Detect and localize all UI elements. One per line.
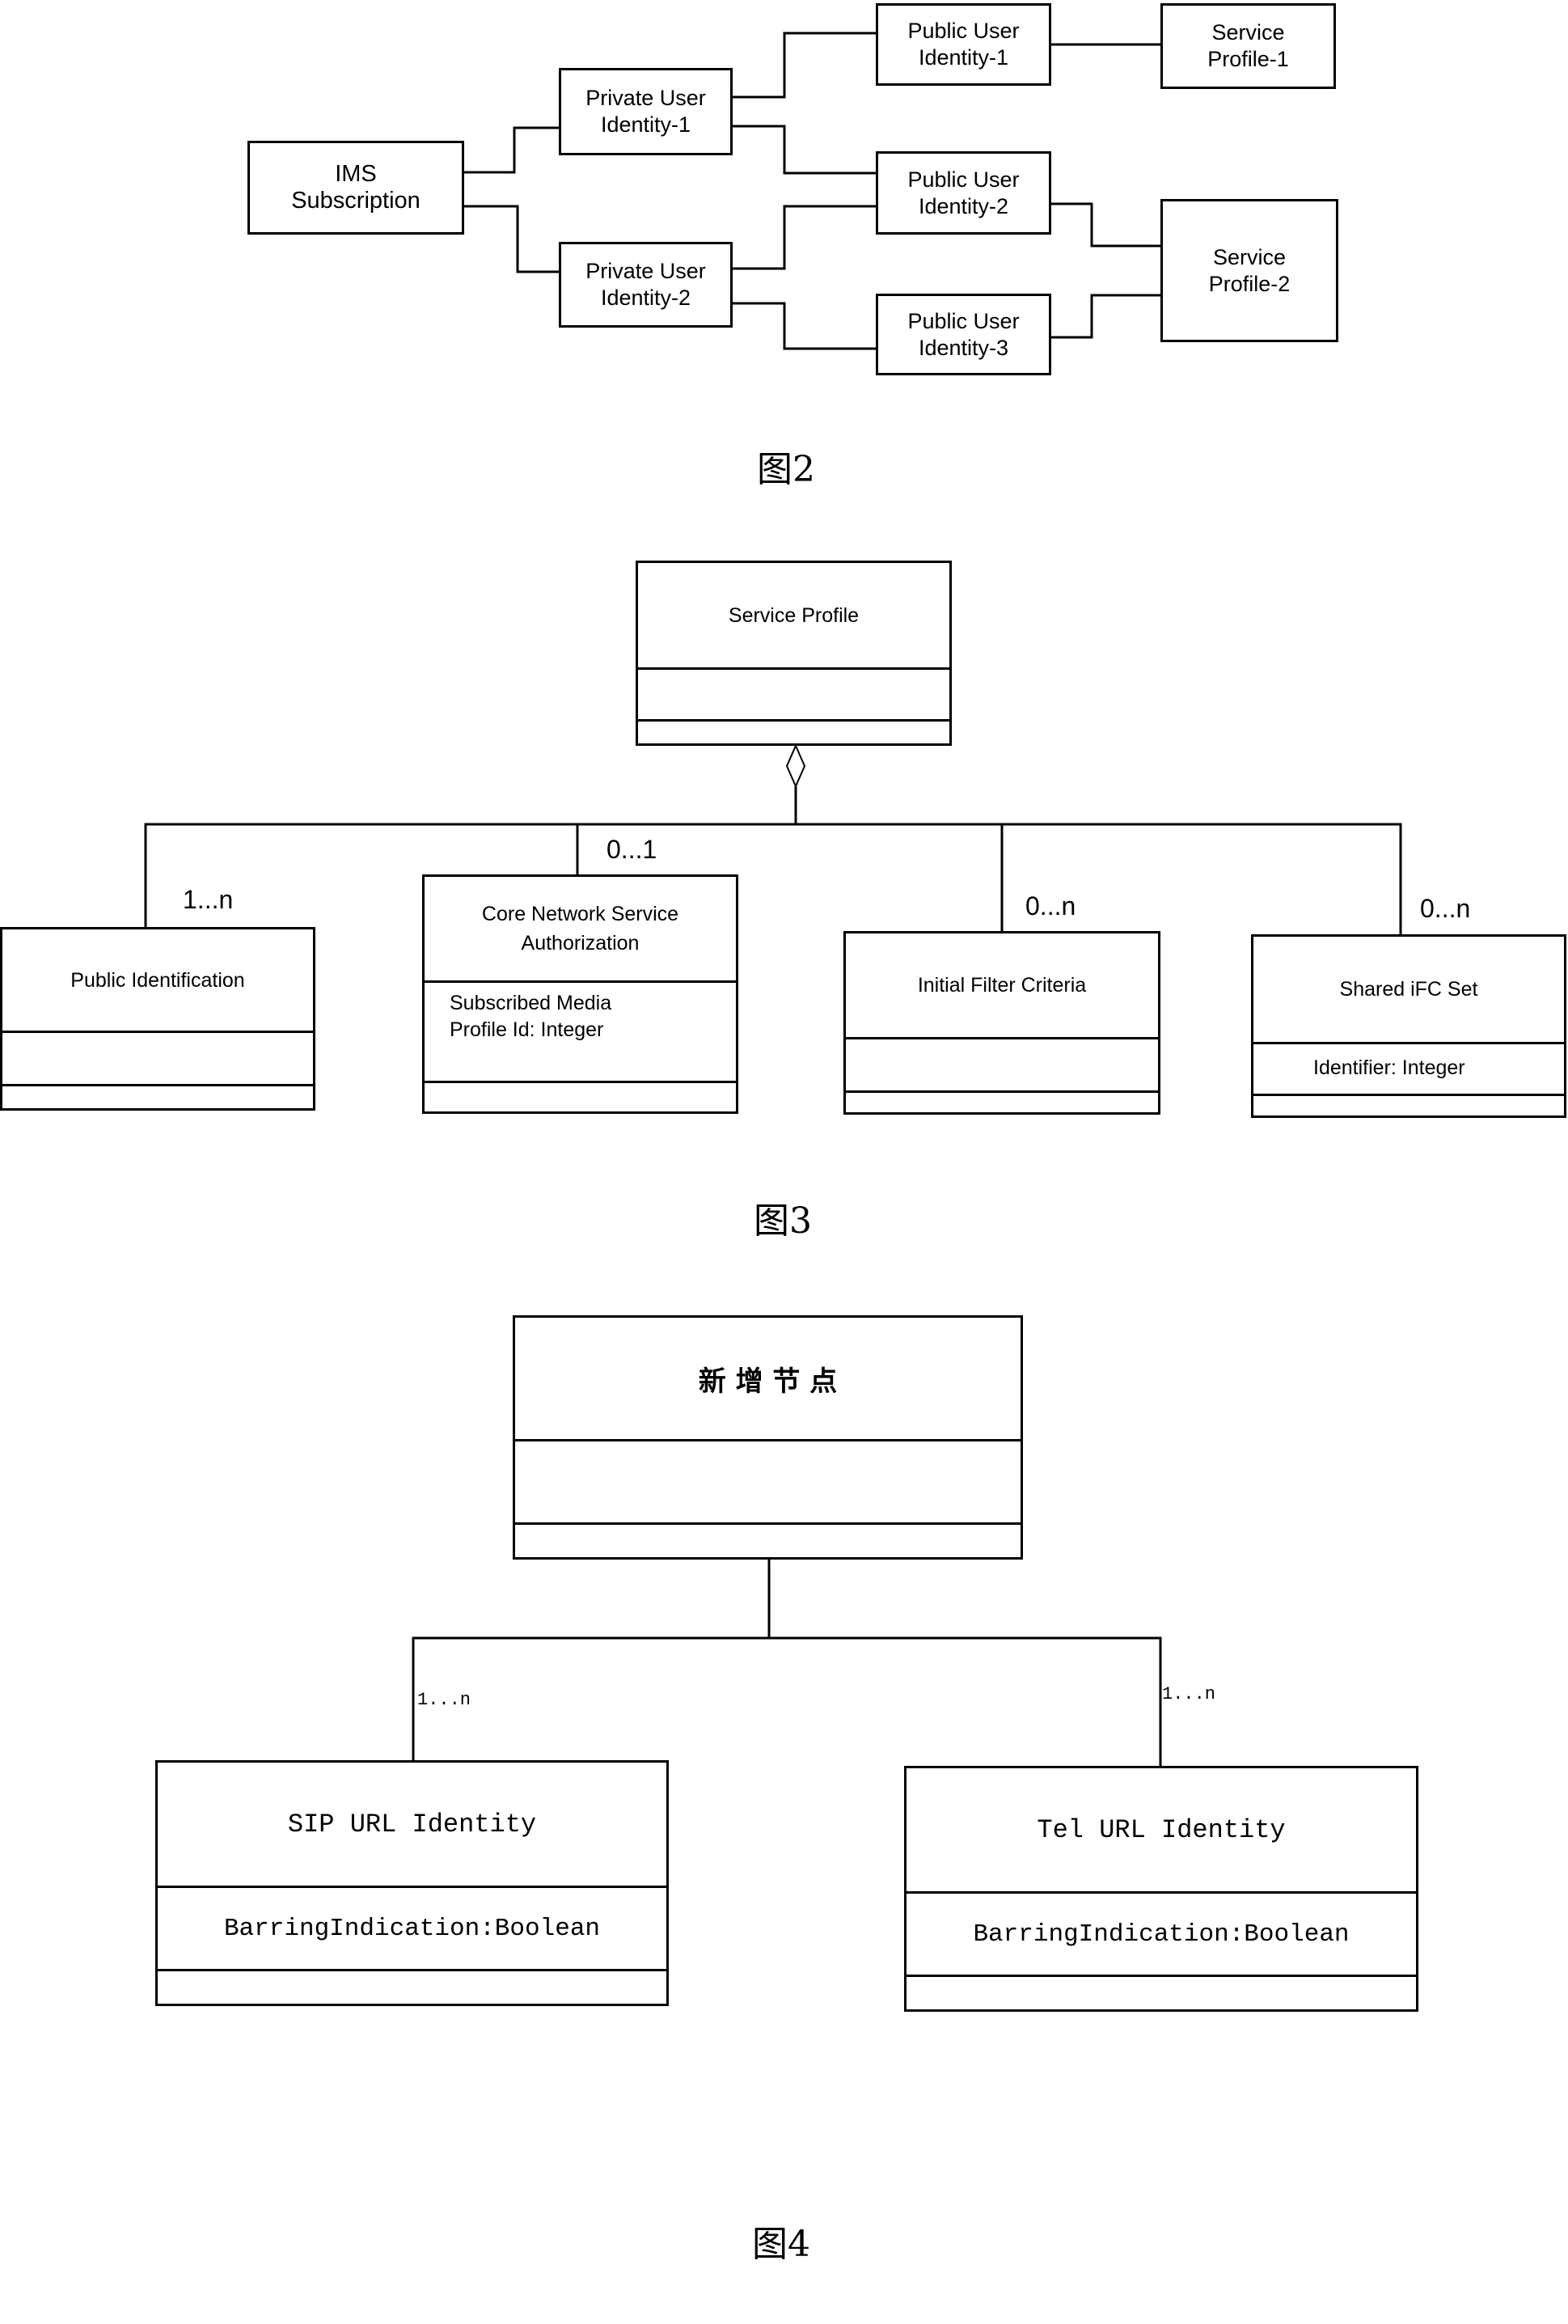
edge-priv1-pub1 bbox=[733, 32, 876, 99]
attribute-line: Subscribed Media bbox=[450, 992, 612, 1014]
aggregation-bus bbox=[144, 823, 1402, 934]
figure-2-caption: 图2 bbox=[757, 449, 815, 490]
node-label: IMS bbox=[335, 161, 377, 187]
class-name: Core Network Service Authorization bbox=[425, 877, 736, 980]
node-label: Public User bbox=[907, 19, 1020, 43]
node-public-user-identity-1: Public User Identity-1 bbox=[876, 3, 1051, 86]
node-label: Identity-2 bbox=[918, 193, 1009, 218]
class-name: SIP URL Identity bbox=[287, 1809, 537, 1839]
class-tel-url-identity: Tel URL Identity BarringIndication:Boole… bbox=[904, 1766, 1418, 2012]
node-label: Identity-2 bbox=[600, 286, 691, 310]
class-name: 新 增 节 点 bbox=[698, 1365, 838, 1398]
node-label: Profile-2 bbox=[1208, 271, 1291, 296]
multiplicity-label: 0...1 bbox=[606, 835, 657, 864]
compartment-divider bbox=[2, 1084, 313, 1086]
compartment-divider bbox=[846, 1090, 1158, 1093]
class-initial-filter-criteria: Initial Filter Criteria bbox=[843, 931, 1160, 1115]
class-core-network-service-authorization: Core Network Service Authorization Subscr… bbox=[422, 874, 738, 1114]
node-service-profile-2: Service Profile-2 bbox=[1160, 199, 1338, 342]
class-public-identification: Public Identification bbox=[0, 927, 315, 1111]
class-attributes: Subscribed Media Profile Id: Integer bbox=[450, 990, 611, 1043]
aggregation-diamond-icon bbox=[785, 743, 806, 789]
class-shared-ifc-set: Shared iFC Set Identifier: Integer bbox=[1251, 934, 1566, 1118]
node-label: Public User bbox=[907, 167, 1020, 192]
edge-ims-priv1 bbox=[464, 126, 559, 174]
edge-priv2-pub3 bbox=[733, 302, 876, 350]
node-label: Identity-1 bbox=[918, 45, 1009, 70]
node-label: Identity-1 bbox=[600, 112, 691, 137]
figure-3-caption: 图3 bbox=[754, 1200, 812, 1242]
node-label: Public User bbox=[907, 308, 1020, 333]
compartment-divider bbox=[1253, 1094, 1564, 1096]
attribute-line: Profile Id: Integer bbox=[450, 1018, 604, 1041]
edge-priv1-pub2 bbox=[733, 125, 876, 175]
node-ims-subscription: IMS Subscription bbox=[247, 141, 464, 235]
node-label: Identity-3 bbox=[918, 335, 1009, 360]
multiplicity-label: 1...n bbox=[417, 1690, 471, 1710]
compartment-divider bbox=[2, 1031, 313, 1033]
compartment-divider bbox=[158, 1969, 666, 1971]
compartment-divider bbox=[425, 980, 736, 983]
class-service-profile: Service Profile bbox=[636, 561, 952, 746]
node-label: Private User bbox=[585, 259, 706, 283]
class-attribute: Identifier: Integer bbox=[1313, 1056, 1465, 1079]
node-label: Subscription bbox=[291, 188, 421, 214]
edge-pub3-sp2 bbox=[1051, 294, 1160, 339]
class-attribute: BarringIndication:Boolean bbox=[973, 1920, 1350, 1949]
class-name: Tel URL Identity bbox=[1037, 1814, 1286, 1845]
multiplicity-label: 0...n bbox=[1420, 894, 1471, 923]
class-name-line: Authorization bbox=[521, 932, 640, 955]
class-name: Public Identification bbox=[70, 968, 245, 992]
edge-ims-priv2 bbox=[464, 205, 559, 273]
node-service-profile-1: Service Profile-1 bbox=[1160, 3, 1336, 89]
multiplicity-label: 0...n bbox=[1025, 891, 1076, 921]
node-label: Profile-1 bbox=[1207, 47, 1289, 71]
class-name: Service Profile bbox=[728, 603, 860, 627]
class-name: Initial Filter Criteria bbox=[917, 974, 1087, 997]
multiplicity-label: 1...n bbox=[1162, 1684, 1216, 1704]
compartment-divider bbox=[638, 719, 949, 722]
edge-priv2-pub2 bbox=[733, 205, 876, 270]
node-label: Service bbox=[1212, 244, 1286, 269]
class-attribute: BarringIndication:Boolean bbox=[223, 1914, 601, 1943]
node-public-user-identity-3: Public User Identity-3 bbox=[876, 294, 1051, 375]
class-name-line: Core Network Service bbox=[481, 903, 679, 925]
compartment-divider bbox=[907, 1975, 1416, 1977]
node-public-user-identity-2: Public User Identity-2 bbox=[876, 151, 1051, 235]
multiplicity-label: 1...n bbox=[183, 885, 234, 914]
compartment-divider bbox=[638, 667, 949, 670]
compartment-divider bbox=[425, 1081, 736, 1083]
node-private-user-identity-1: Private User Identity-1 bbox=[559, 68, 733, 155]
edge-node-bus bbox=[412, 1636, 1162, 1766]
node-private-user-identity-2: Private User Identity-2 bbox=[559, 242, 733, 328]
compartment-divider bbox=[1253, 1042, 1564, 1044]
figure-4-caption: 图4 bbox=[752, 2224, 810, 2265]
compartment-divider bbox=[846, 1037, 1158, 1039]
node-label: Private User bbox=[585, 86, 706, 110]
edge-pub2-sp2 bbox=[1051, 202, 1160, 248]
node-label: Service bbox=[1211, 20, 1285, 44]
compartment-divider bbox=[515, 1439, 1021, 1441]
compartment-divider bbox=[515, 1522, 1021, 1525]
class-new-node: 新 增 节 点 bbox=[513, 1315, 1023, 1560]
class-sip-url-identity: SIP URL Identity BarringIndication:Boole… bbox=[155, 1760, 669, 2006]
class-name: Shared iFC Set bbox=[1339, 978, 1478, 1001]
